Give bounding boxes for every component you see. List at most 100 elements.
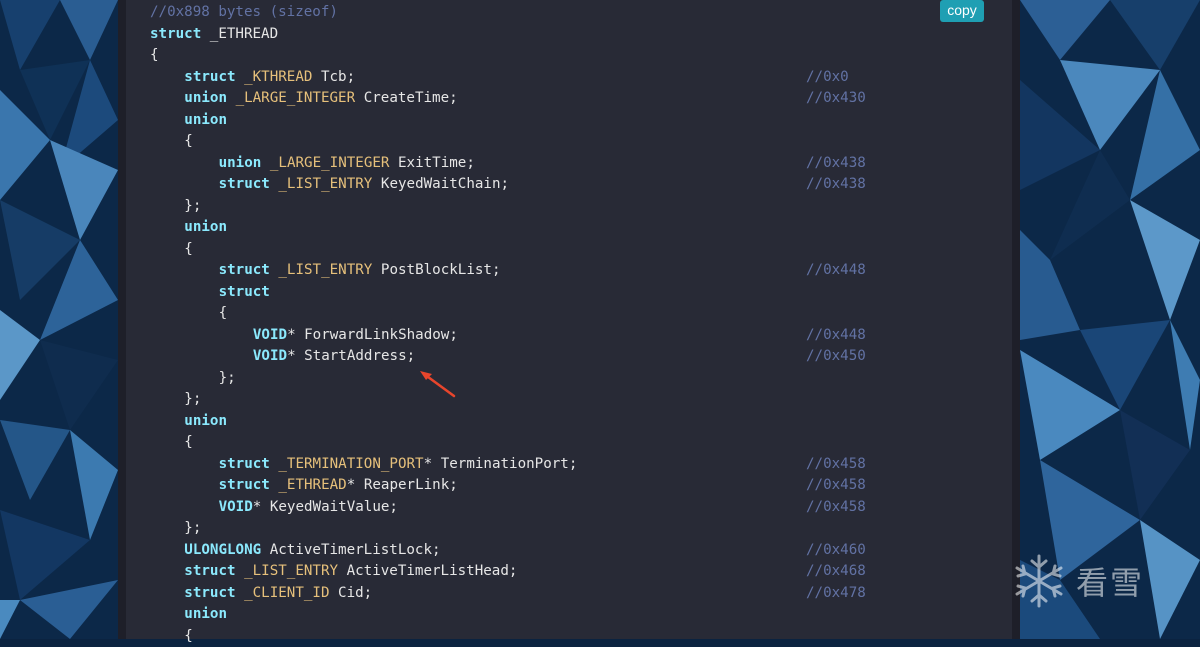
code-token: union [184,219,227,235]
code-line: struct _KTHREAD Tcb; //0x0 [150,67,870,89]
code-line: { [150,303,870,325]
code-line: struct _ETHREAD* ReaperLink; //0x458 [150,475,870,497]
code-token [227,90,236,106]
code-line: VOID* StartAddress;//0x450 [150,346,870,368]
code-token: Tcb; [312,69,355,85]
code-token: CreateTime; [355,90,458,106]
offset-comment: //0x460 [806,540,866,562]
code-text: { [219,303,228,325]
code-line: }; [150,196,870,218]
code-line: struct _CLIENT_ID Cid;//0x478 [150,583,870,605]
code-token: VOID [253,327,287,343]
code-token: VOID [219,499,253,515]
background-pattern-right [1020,0,1200,639]
code-token: union [184,112,227,128]
code-token: struct [184,69,235,85]
code-token: ExitTime; [389,155,474,171]
code-token: _LIST_ENTRY [278,262,372,278]
code-text: struct _LIST_ENTRY ActiveTimerListHead; [184,561,517,583]
code-line: }; [150,368,870,390]
offset-comment: //0x430 [806,88,866,110]
code-token: struct [219,456,270,472]
code-token: _ETHREAD [278,477,346,493]
code-line: { [150,131,870,153]
code-token: struct [219,477,270,493]
code-token: { [184,434,193,450]
code-token: ActiveTimerListHead; [338,563,517,579]
code-token: union [184,413,227,429]
code-line: union [150,217,870,239]
offset-comment: //0x458 [806,497,866,519]
code-text: { [184,626,193,647]
code-line: { [150,432,870,454]
code-token: * ForwardLinkShadow; [287,327,458,343]
code-token: { [219,305,228,321]
code-line: VOID* KeyedWaitValue; //0x458 [150,497,870,519]
code-token: * StartAddress; [287,348,415,364]
code-token [236,69,245,85]
code-token: struct [219,262,270,278]
code-text: union _LARGE_INTEGER CreateTime; [184,88,457,110]
code-token: }; [219,370,236,386]
code-line: union _LARGE_INTEGER CreateTime; //0x430 [150,88,870,110]
code-token [261,155,270,171]
watermark: 看雪 [1010,548,1190,614]
copy-button[interactable]: copy [940,0,984,22]
code-text: union [184,411,227,433]
offset-comment: //0x468 [806,561,866,583]
code-token: struct [184,585,235,601]
code-line: struct _LIST_ENTRY PostBlockList;//0x448 [150,260,870,282]
code-text: struct [219,282,270,304]
code-text: union [184,604,227,626]
code-text: }; [184,518,201,540]
code-token: struct [184,563,235,579]
code-token: _ETHREAD [201,26,278,42]
code-text: }; [184,196,201,218]
code-token: ULONGLONG [184,542,261,558]
code-text: struct _TERMINATION_PORT* TerminationPor… [219,454,578,476]
code-text: struct _LIST_ENTRY KeyedWaitChain; [219,174,509,196]
code-line: //0x898 bytes (sizeof) [150,2,870,24]
code-line: struct _LIST_ENTRY ActiveTimerListHead; /… [150,561,870,583]
red-arrow-annotation [418,368,458,400]
code-text: { [184,432,193,454]
offset-comment: //0x458 [806,454,866,476]
code-line: union [150,604,870,626]
offset-comment: //0x438 [806,174,866,196]
code-text: union _LARGE_INTEGER ExitTime; [219,153,475,175]
code-line: { [150,626,870,647]
code-line: struct _ETHREAD [150,24,870,46]
code-line: { [150,45,870,67]
code-text: }; [184,389,201,411]
code-token: { [150,47,159,63]
code-text: union [184,110,227,132]
code-text: struct _ETHREAD* ReaperLink; [219,475,458,497]
code-token: PostBlockList; [372,262,500,278]
code-token: union [184,90,227,106]
code-token: //0x898 bytes (sizeof) [150,4,338,20]
code-block: //0x898 bytes (sizeof)struct _ETHREAD{st… [150,2,870,647]
code-token: * KeyedWaitValue; [253,499,398,515]
code-line: struct _TERMINATION_PORT* TerminationPor… [150,454,870,476]
offset-comment: //0x478 [806,583,866,605]
code-line: struct [150,282,870,304]
code-text: union [184,217,227,239]
offset-comment: //0x438 [806,153,866,175]
code-token: { [184,133,193,149]
offset-comment: //0x458 [806,475,866,497]
offset-comment: //0x0 [806,67,849,89]
code-line: union _LARGE_INTEGER ExitTime; //0x438 [150,153,870,175]
snowflake-icon [1010,552,1068,610]
code-token [236,585,245,601]
code-text: { [184,131,193,153]
code-token: { [184,241,193,257]
code-text: struct _KTHREAD Tcb; [184,67,355,89]
code-text: ULONGLONG ActiveTimerListLock; [184,540,440,562]
background-pattern-left [0,0,118,639]
code-line: union [150,411,870,433]
code-line: VOID* ForwardLinkShadow;//0x448 [150,325,870,347]
code-line: }; [150,389,870,411]
code-token: * TerminationPort; [424,456,578,472]
code-token: * ReaperLink; [347,477,458,493]
code-line: struct _LIST_ENTRY KeyedWaitChain; //0x43… [150,174,870,196]
